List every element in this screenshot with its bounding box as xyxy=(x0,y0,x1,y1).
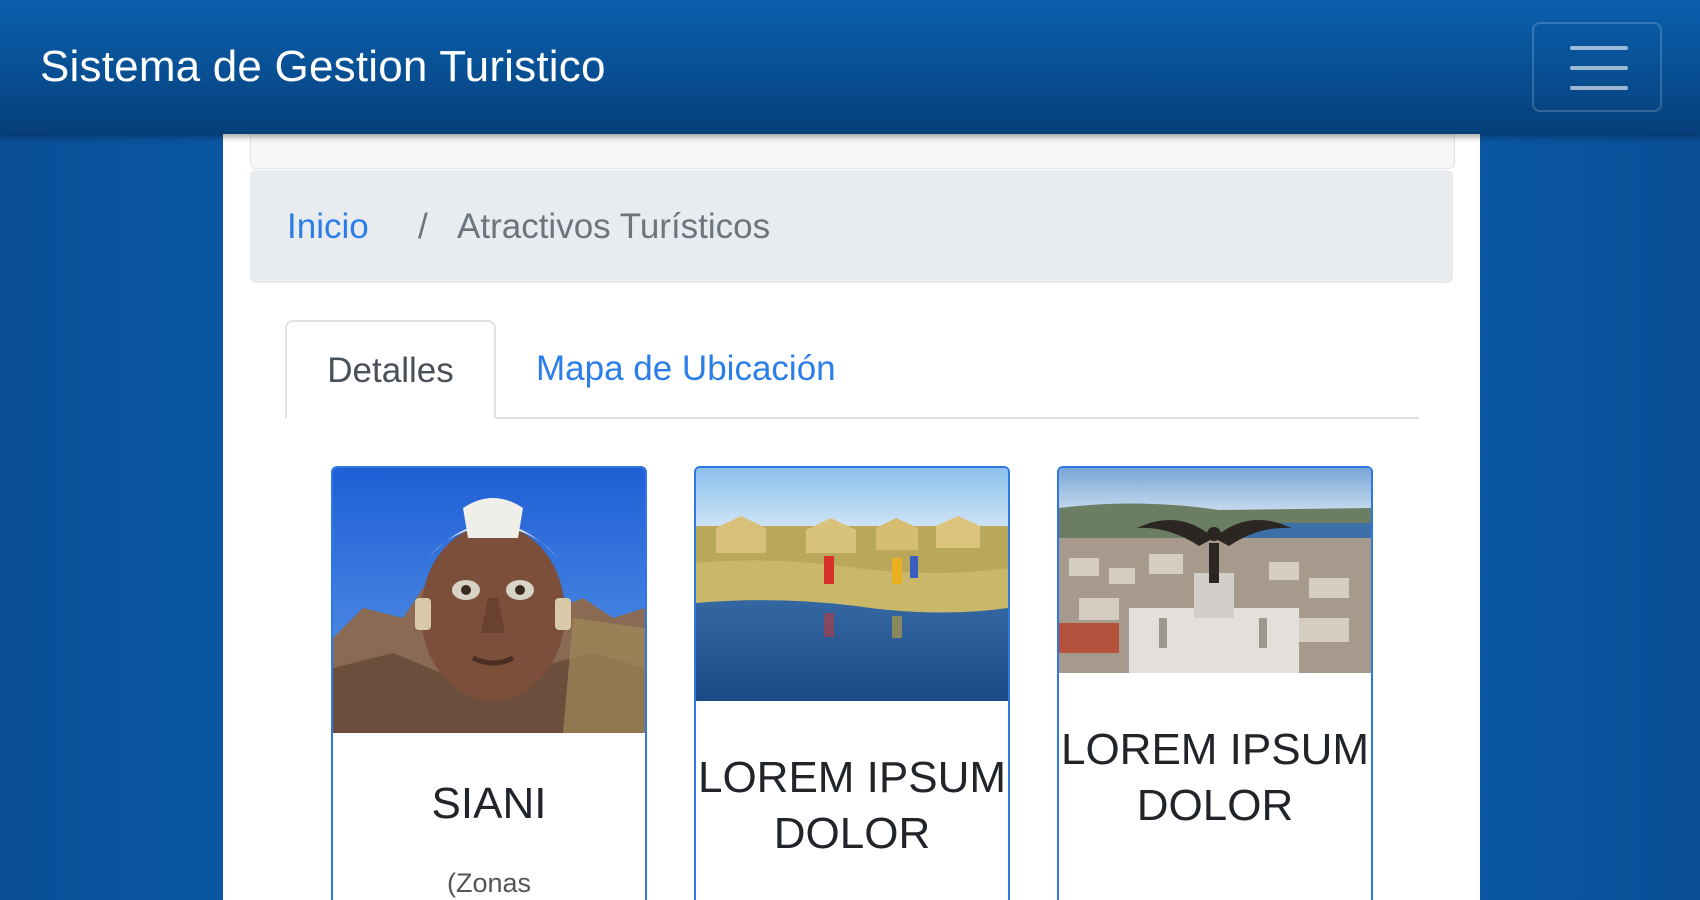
card-title: SIANI xyxy=(431,779,547,828)
card-subtitle: (Zonas xyxy=(446,868,532,898)
breadcrumb-home-link[interactable]: Inicio xyxy=(287,207,369,247)
breadcrumb: Inicio / Atractivos Turísticos xyxy=(250,170,1453,283)
top-navbar: Sistema de Gestion Turistico xyxy=(0,0,1700,134)
breadcrumb-separator: / xyxy=(418,207,428,246)
attraction-card-siani[interactable]: SIANI (Zonas xyxy=(331,466,647,900)
hamburger-menu-icon xyxy=(1570,46,1628,50)
tab-bar: Detalles Mapa de Ubicación xyxy=(285,320,1419,419)
attraction-image-uros xyxy=(696,468,1008,701)
hamburger-menu-icon-bar xyxy=(1570,66,1628,70)
hamburger-menu-icon-bar xyxy=(1570,86,1628,90)
attraction-card-3[interactable]: LOREM IPSUM DOLOR xyxy=(1057,466,1373,900)
attraction-image-siani xyxy=(333,468,645,733)
top-divider-strip xyxy=(250,130,1455,169)
tab-detalles[interactable]: Detalles xyxy=(285,320,496,419)
attraction-card-2[interactable]: LOREM IPSUM DOLOR xyxy=(694,466,1010,900)
brand-title[interactable]: Sistema de Gestion Turistico xyxy=(40,40,606,94)
card-title: LOREM IPSUM DOLOR xyxy=(1060,725,1370,830)
content-panel: Inicio / Atractivos Turísticos Detalles … xyxy=(223,120,1480,900)
card-title: LOREM IPSUM DOLOR xyxy=(697,753,1007,858)
attraction-image-condor xyxy=(1059,468,1371,673)
tab-mapa-de-ubicacion[interactable]: Mapa de Ubicación xyxy=(536,320,836,417)
breadcrumb-current: Atractivos Turísticos xyxy=(457,207,771,246)
hamburger-menu-button[interactable] xyxy=(1532,22,1662,112)
